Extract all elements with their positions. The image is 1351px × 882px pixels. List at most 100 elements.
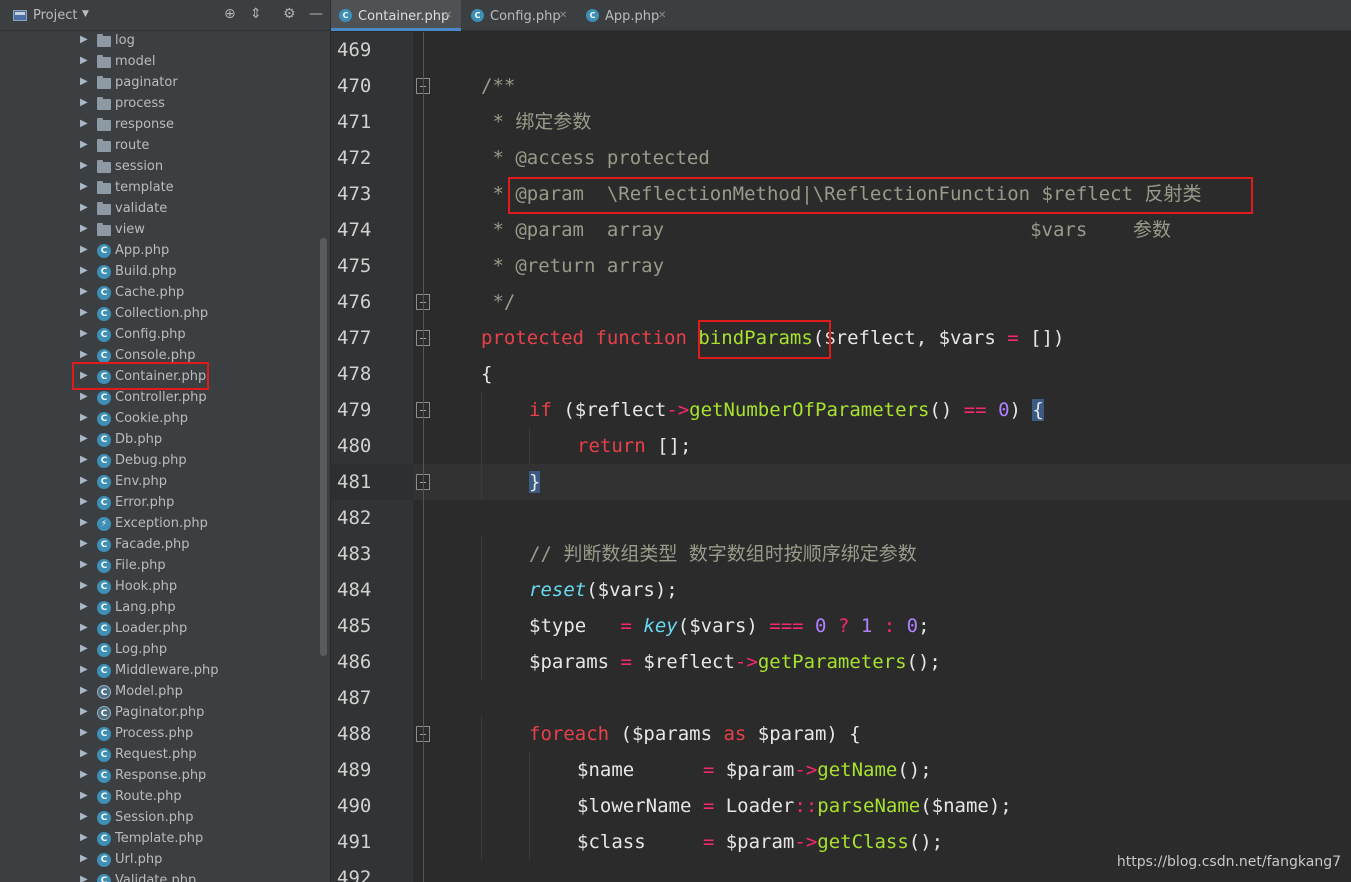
tree-item[interactable]: ▶ C Route.php [0,787,320,808]
code-line[interactable]: 472 * @access protected [331,140,1351,176]
tree-item[interactable]: ▶ C Session.php [0,808,320,829]
tree-item[interactable]: ▶ C Error.php [0,493,320,514]
tree-item[interactable]: ▶ C Request.php [0,745,320,766]
expand-arrow-icon[interactable]: ▶ [80,580,88,591]
expand-arrow-icon[interactable]: ▶ [80,412,88,423]
tree-item[interactable]: ▶ C Console.php [0,346,320,367]
expand-arrow-icon[interactable]: ▶ [80,496,88,507]
expand-arrow-icon[interactable]: ▶ [80,517,88,528]
tree-item[interactable]: ▶ C Template.php [0,829,320,850]
code-line[interactable]: 483 // 判断数组类型 数字数组时按顺序绑定参数 [331,536,1351,572]
expand-arrow-icon[interactable]: ▶ [80,706,88,717]
code-line[interactable]: 490 $lowerName = Loader::parseName($name)… [331,788,1351,824]
tree-item[interactable]: ▶ C Config.php [0,325,320,346]
tree-item[interactable]: ▶ C Validate.php [0,871,320,882]
code-editor[interactable]: 469 470/** 471 * 绑定参数 472 * @access protect… [331,32,1351,882]
close-tab-icon[interactable]: ✕ [444,10,452,21]
expand-arrow-icon[interactable]: ▶ [80,307,88,318]
tree-item[interactable]: ▶ C Controller.php [0,388,320,409]
expand-arrow-icon[interactable]: ▶ [80,790,88,801]
tree-item[interactable]: ▶ validate [0,199,320,220]
tree-item[interactable]: ▶ C Db.php [0,430,320,451]
expand-arrow-icon[interactable]: ▶ [80,118,88,129]
expand-arrow-icon[interactable]: ▶ [80,727,88,738]
tree-item[interactable]: ▶ template [0,178,320,199]
expand-arrow-icon[interactable]: ▶ [80,874,88,882]
tree-item[interactable]: ▶ C Facade.php [0,535,320,556]
expand-arrow-icon[interactable]: ▶ [80,286,88,297]
tree-item[interactable]: ▶ C Model.php [0,682,320,703]
expand-arrow-icon[interactable]: ▶ [80,559,88,570]
code-line[interactable]: 485 $type = key($vars) === 0 ? 1 : 0; [331,608,1351,644]
tree-item[interactable]: ▶ C Middleware.php [0,661,320,682]
expand-arrow-icon[interactable]: ▶ [80,622,88,633]
expand-arrow-icon[interactable]: ▶ [80,811,88,822]
code-line[interactable]: 484 reset($vars); [331,572,1351,608]
expand-arrow-icon[interactable]: ▶ [80,769,88,780]
tree-item[interactable]: ▶ C Container.php [0,367,320,388]
editor-tab[interactable]: C Container.php ✕ [331,0,461,31]
expand-arrow-icon[interactable]: ▶ [80,139,88,150]
expand-arrow-icon[interactable]: ▶ [80,748,88,759]
expand-arrow-icon[interactable]: ▶ [80,832,88,843]
expand-arrow-icon[interactable]: ▶ [80,454,88,465]
tree-item[interactable]: ▶ process [0,94,320,115]
tree-item[interactable]: ▶ C Process.php [0,724,320,745]
expand-arrow-icon[interactable]: ▶ [80,160,88,171]
code-line[interactable]: 480 return []; [331,428,1351,464]
target-icon[interactable]: ⊕ [224,6,236,22]
tree-item[interactable]: ▶ C Debug.php [0,451,320,472]
expand-arrow-icon[interactable]: ▶ [80,223,88,234]
code-line[interactable]: 476 */ [331,284,1351,320]
tree-item[interactable]: ▶ log [0,31,320,52]
tree-item[interactable]: ▶ C Lang.php [0,598,320,619]
code-line[interactable]: 486 $params = $reflect->getParameters(); [331,644,1351,680]
expand-arrow-icon[interactable]: ▶ [80,328,88,339]
tree-item[interactable]: ▶ C Log.php [0,640,320,661]
expand-arrow-icon[interactable]: ▶ [80,55,88,66]
expand-arrow-icon[interactable]: ▶ [80,391,88,402]
tree-item[interactable]: ▶ response [0,115,320,136]
expand-arrow-icon[interactable]: ▶ [80,181,88,192]
code-line[interactable]: 474 * @param array $vars 参数 [331,212,1351,248]
tree-item[interactable]: ▶ C Response.php [0,766,320,787]
expand-arrow-icon[interactable]: ▶ [80,244,88,255]
expand-arrow-icon[interactable]: ▶ [80,475,88,486]
tree-item[interactable]: ▶ C Hook.php [0,577,320,598]
code-line[interactable]: 489 $name = $param->getName(); [331,752,1351,788]
collapse-icon[interactable]: ⇕ [250,6,262,22]
code-line[interactable]: 481} [331,464,1351,500]
expand-arrow-icon[interactable]: ▶ [80,370,88,381]
tree-item[interactable]: ▶ C Env.php [0,472,320,493]
minimize-icon[interactable]: — [309,6,323,22]
code-line[interactable]: 479 if ($reflect->getNumberOfParameters()… [331,392,1351,428]
tree-item[interactable]: ▶ C Cache.php [0,283,320,304]
expand-arrow-icon[interactable]: ▶ [80,97,88,108]
editor-tab[interactable]: C Config.php ✕ [463,0,576,31]
expand-arrow-icon[interactable]: ▶ [80,601,88,612]
code-line[interactable]: 470 /** [331,68,1351,104]
code-line[interactable]: 478 { [331,356,1351,392]
expand-arrow-icon[interactable]: ▶ [80,538,88,549]
code-line[interactable]: 477 protected function bindParams($reflec… [331,320,1351,356]
code-line[interactable]: 475 * @return array [331,248,1351,284]
expand-arrow-icon[interactable]: ▶ [80,433,88,444]
code-line[interactable]: 488 foreach ($params as $param) { [331,716,1351,752]
code-line[interactable]: 487 [331,680,1351,716]
close-tab-icon[interactable]: ✕ [658,10,666,21]
expand-arrow-icon[interactable]: ▶ [80,76,88,87]
expand-arrow-icon[interactable]: ▶ [80,685,88,696]
tree-item[interactable]: ▶ session [0,157,320,178]
tree-item[interactable]: ▶ route [0,136,320,157]
tree-item[interactable]: ▶ view [0,220,320,241]
tree-item[interactable]: ▶ ⚡ Exception.php [0,514,320,535]
tree-item[interactable]: ▶ C App.php [0,241,320,262]
chevron-down-icon[interactable]: ▼ [82,9,89,19]
tree-item[interactable]: ▶ C Collection.php [0,304,320,325]
sidebar-scrollbar[interactable] [320,238,327,656]
tree-item[interactable]: ▶ C Loader.php [0,619,320,640]
gear-icon[interactable]: ⚙ [283,6,296,22]
tree-item[interactable]: ▶ C Paginator.php [0,703,320,724]
expand-arrow-icon[interactable]: ▶ [80,853,88,864]
tree-item[interactable]: ▶ C Build.php [0,262,320,283]
